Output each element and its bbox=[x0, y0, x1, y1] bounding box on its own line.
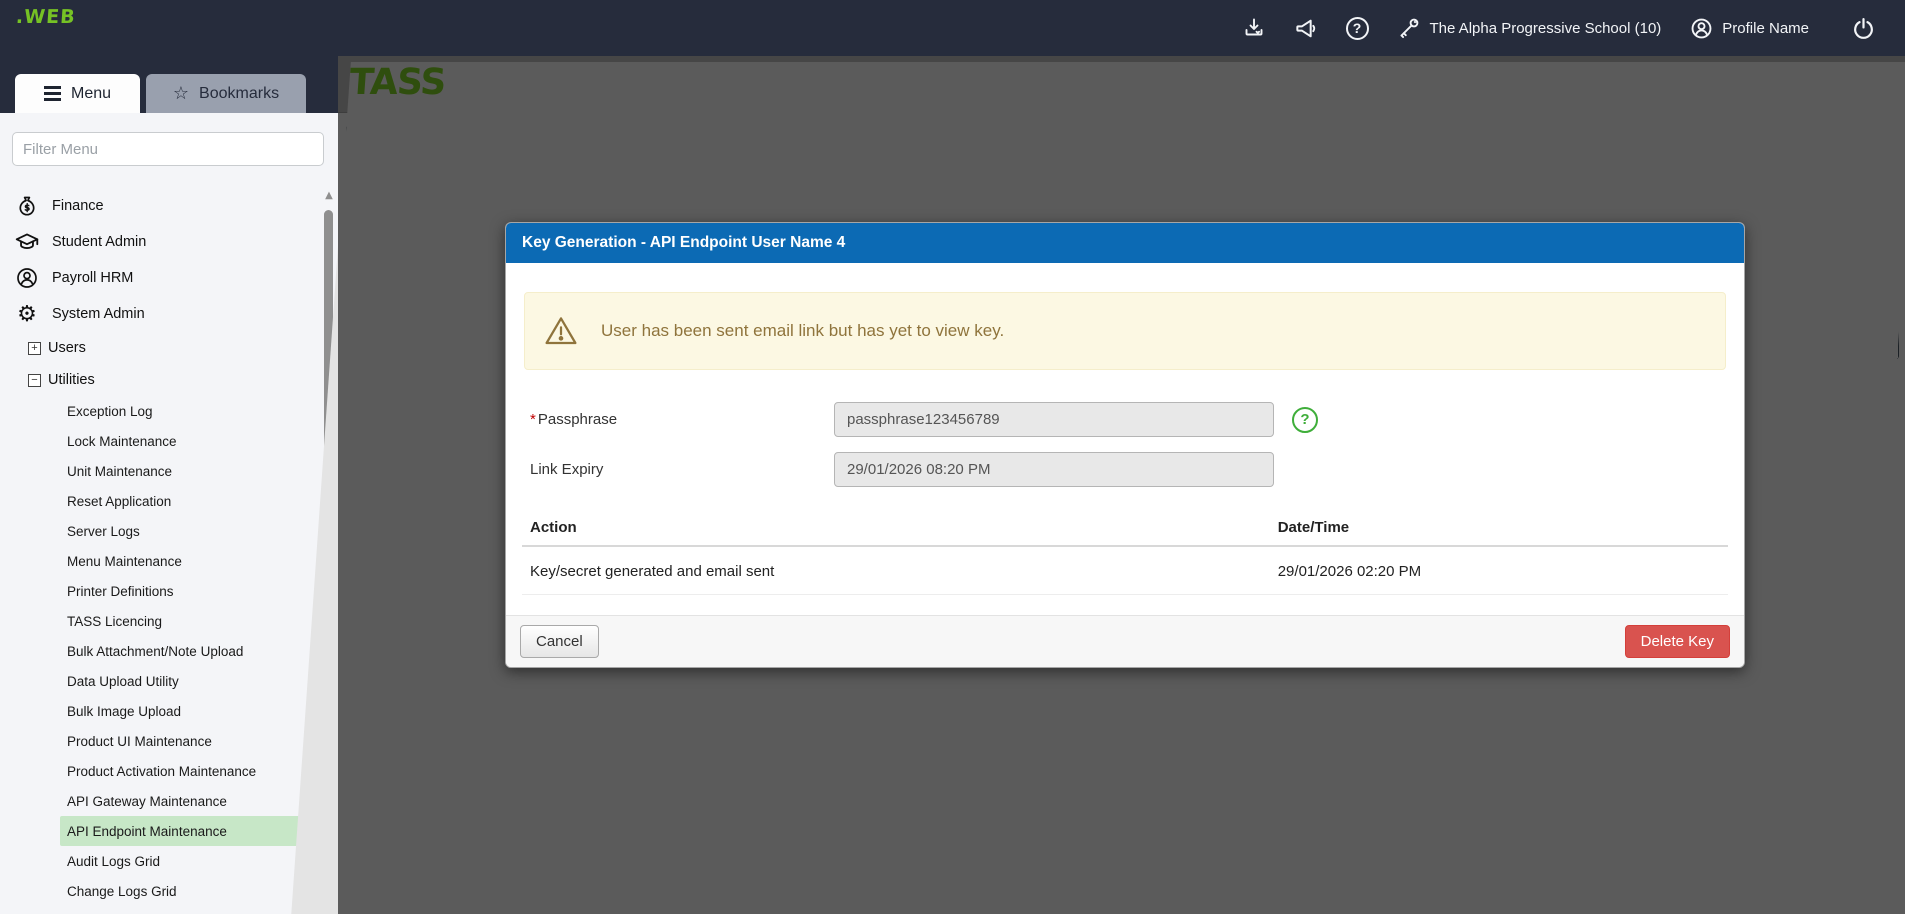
filter-menu-input[interactable] bbox=[12, 132, 324, 166]
sidebar-group-users[interactable]: + Users bbox=[0, 332, 322, 364]
sidebar-item-product-ui-maintenance[interactable]: Product UI Maintenance bbox=[60, 726, 316, 756]
sidebar-item-lock-maintenance[interactable]: Lock Maintenance bbox=[60, 426, 316, 456]
sidebar-item-label: Payroll HRM bbox=[52, 270, 133, 286]
sidebar-item-label: Student Admin bbox=[52, 234, 146, 250]
modal-footer: Cancel Delete Key bbox=[506, 615, 1744, 667]
sidebar-item-audit-logs-grid[interactable]: Audit Logs Grid bbox=[60, 846, 316, 876]
school-name: The Alpha Progressive School (10) bbox=[1430, 20, 1662, 37]
help-glyph: ? bbox=[1353, 20, 1362, 36]
sidebar-item-student-admin[interactable]: Student Admin bbox=[0, 224, 322, 260]
tab-menu-label: Menu bbox=[71, 85, 111, 103]
scroll-up-icon[interactable]: ▲ bbox=[322, 190, 336, 201]
warning-text: User has been sent email link but has ye… bbox=[601, 321, 1004, 341]
profile-menu[interactable]: Profile Name bbox=[1689, 16, 1809, 40]
sidebar-item-payroll-hrm[interactable]: Payroll HRM bbox=[0, 260, 322, 296]
svg-text:$: $ bbox=[24, 204, 30, 214]
user-icon bbox=[1689, 16, 1713, 40]
sidebar-item-change-logs-grid[interactable]: Change Logs Grid bbox=[60, 876, 316, 906]
help-circle-icon[interactable]: ? bbox=[1292, 407, 1318, 433]
modal-title: Key Generation - API Endpoint User Name … bbox=[522, 234, 845, 252]
tab-bookmarks-label: Bookmarks bbox=[199, 85, 279, 103]
expand-icon[interactable]: + bbox=[28, 342, 41, 355]
sidebar-item-tass-licencing[interactable]: TASS Licencing bbox=[60, 606, 316, 636]
sidebar-item-bulk-attachment-note-upload[interactable]: Bulk Attachment/Note Upload bbox=[60, 636, 316, 666]
tass-logo: TASS.WEB bbox=[15, 6, 76, 28]
sidebar-item-unit-maintenance[interactable]: Unit Maintenance bbox=[60, 456, 316, 486]
hamburger-icon bbox=[44, 86, 61, 101]
sidebar-item-label: Finance bbox=[52, 198, 104, 214]
modal-body: User has been sent email link but has ye… bbox=[506, 263, 1744, 615]
sidebar-group-label: Utilities bbox=[48, 372, 95, 388]
history-row: Key/secret generated and email sent 29/0… bbox=[522, 546, 1728, 595]
sidebar-header: Menu ☆ Bookmarks bbox=[0, 56, 338, 113]
link-expiry-label: Link Expiry bbox=[522, 461, 834, 478]
tab-bookmarks[interactable]: ☆ Bookmarks bbox=[146, 74, 306, 113]
graduation-cap-icon bbox=[14, 229, 40, 255]
logo-suffix: .WEB bbox=[15, 6, 76, 28]
download-icon[interactable] bbox=[1242, 16, 1266, 40]
user-circle-icon bbox=[14, 265, 40, 291]
passphrase-field-row: *Passphrase ? bbox=[522, 402, 1728, 437]
sidebar-group-label: Users bbox=[48, 340, 86, 356]
sidebar-group-utilities[interactable]: − Utilities bbox=[0, 364, 322, 396]
star-icon: ☆ bbox=[173, 83, 189, 104]
sidebar-item-product-activation-maintenance[interactable]: Product Activation Maintenance bbox=[60, 756, 316, 786]
key-history-table: Action Date/Time Key/secret generated an… bbox=[522, 513, 1728, 595]
sidebar-item-menu-maintenance[interactable]: Menu Maintenance bbox=[60, 546, 316, 576]
warning-banner: User has been sent email link but has ye… bbox=[524, 292, 1726, 370]
key-generation-modal: Key Generation - API Endpoint User Name … bbox=[505, 222, 1745, 668]
sidebar-item-api-endpoint-maintenance[interactable]: API Endpoint Maintenance bbox=[60, 816, 316, 846]
header-actions: ? The Alpha Progressive School (10) Prof… bbox=[1242, 0, 1905, 56]
sidebar-item-data-upload-utility[interactable]: Data Upload Utility bbox=[60, 666, 316, 696]
modal-form: *Passphrase ? Link Expiry bbox=[522, 402, 1728, 487]
sidebar-item-label: System Admin bbox=[52, 306, 145, 322]
top-header: TASS.WEB ? The Alpha Progressive School … bbox=[0, 0, 1905, 56]
power-icon[interactable] bbox=[1851, 16, 1875, 40]
sidebar-item-exception-log[interactable]: Exception Log bbox=[60, 396, 316, 426]
required-marker: * bbox=[530, 411, 536, 428]
history-action-cell: Key/secret generated and email sent bbox=[522, 546, 1270, 595]
delete-key-button[interactable]: Delete Key bbox=[1625, 625, 1730, 658]
link-expiry-field-row: Link Expiry bbox=[522, 452, 1728, 487]
key-icon bbox=[1397, 16, 1421, 40]
megaphone-icon[interactable] bbox=[1294, 16, 1318, 40]
link-expiry-input[interactable] bbox=[834, 452, 1274, 487]
passphrase-input[interactable] bbox=[834, 402, 1274, 437]
warning-icon bbox=[543, 313, 579, 349]
help-icon[interactable]: ? bbox=[1346, 17, 1369, 40]
school-selector[interactable]: The Alpha Progressive School (10) bbox=[1397, 16, 1662, 40]
sidebar-item-api-gateway-maintenance[interactable]: API Gateway Maintenance bbox=[60, 786, 316, 816]
passphrase-label: *Passphrase bbox=[522, 411, 834, 428]
sidebar-item-printer-definitions[interactable]: Printer Definitions bbox=[60, 576, 316, 606]
history-datetime-cell: 29/01/2026 02:20 PM bbox=[1270, 546, 1728, 595]
cancel-button[interactable]: Cancel bbox=[520, 625, 599, 658]
sidebar-item-finance[interactable]: $ Finance bbox=[0, 188, 322, 224]
modal-title-bar: Key Generation - API Endpoint User Name … bbox=[506, 223, 1744, 263]
sidebar-item-bulk-image-upload[interactable]: Bulk Image Upload bbox=[60, 696, 316, 726]
money-bag-icon: $ bbox=[14, 193, 40, 219]
sidebar-item-reset-application[interactable]: Reset Application bbox=[60, 486, 316, 516]
sidebar-item-server-logs[interactable]: Server Logs bbox=[60, 516, 316, 546]
sidebar-menu: $ Finance Student Admin Payroll HRM ⚙ Sy… bbox=[0, 188, 322, 906]
sidebar: $ Finance Student Admin Payroll HRM ⚙ Sy… bbox=[0, 113, 338, 914]
tab-menu[interactable]: Menu bbox=[15, 74, 140, 113]
collapse-icon[interactable]: − bbox=[28, 374, 41, 387]
sidebar-item-system-admin[interactable]: ⚙ System Admin bbox=[0, 296, 322, 332]
gear-icon: ⚙ bbox=[14, 301, 40, 327]
history-column-datetime: Date/Time bbox=[1270, 513, 1728, 546]
profile-name: Profile Name bbox=[1722, 20, 1809, 37]
history-column-action: Action bbox=[522, 513, 1270, 546]
